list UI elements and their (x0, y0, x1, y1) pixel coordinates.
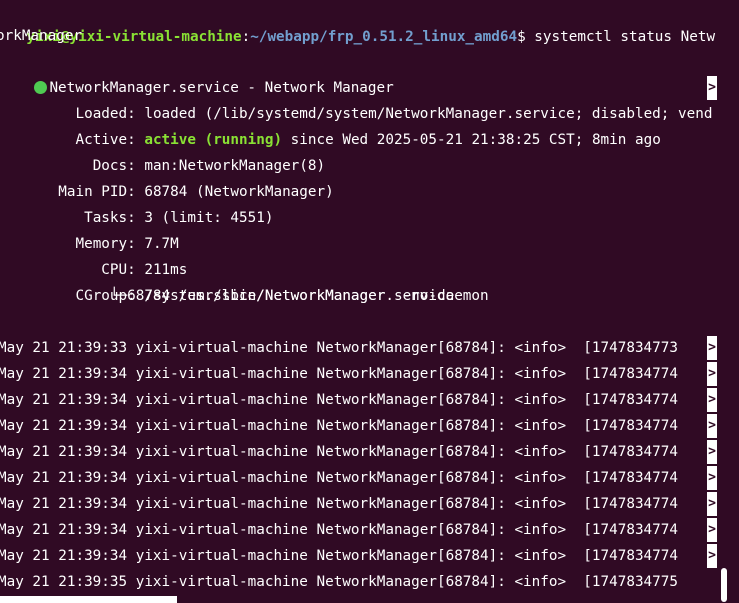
mainpid-line: Main PID: 68784 (NetworkManager) (0, 153, 333, 200)
log-line: May 21 21:39:34 yixi-virtual-machine Net… (0, 522, 678, 538)
command-text: systemctl status Netw (534, 29, 716, 45)
truncation-marker: > (707, 544, 717, 568)
log-line: May 21 21:39:34 yixi-virtual-machine Net… (0, 470, 678, 486)
log-line: May 21 21:39:34 yixi-virtual-machine Net… (0, 418, 678, 434)
truncation-marker: > (707, 492, 717, 516)
docs-line: Docs: man:NetworkManager(8) (0, 127, 325, 174)
truncation-marker: > (707, 440, 717, 464)
prompt-end: $ (517, 29, 535, 45)
log-line: May 21 21:39:34 yixi-virtual-machine Net… (0, 548, 678, 564)
loaded-line: Loaded: loaded (/lib/systemd/system/Netw… (0, 75, 712, 122)
scrollbar-thumb[interactable] (721, 568, 727, 602)
log-line: May 21 21:39:34 yixi-virtual-machine Net… (0, 392, 678, 408)
log-line: May 21 21:39:35 yixi-virtual-machine Net… (0, 574, 678, 590)
cgroup-line: CGroup: /system.slice/NetworkManager.ser… (0, 257, 454, 304)
prompt-separator: : (241, 29, 251, 45)
log-line: May 21 21:39:34 yixi-virtual-machine Net… (0, 496, 678, 512)
pager-status-bar (0, 596, 177, 603)
truncation-marker: > (707, 336, 717, 360)
memory-line: Memory: 7.7M (0, 205, 178, 252)
active-since: since Wed 2025-05-21 21:38:25 CST; 8min … (282, 132, 661, 148)
log-line: May 21 21:39:34 yixi-virtual-machine Net… (0, 444, 678, 460)
prompt-path: ~/webapp/frp_0.51.2_linux_amd64 (250, 29, 518, 45)
truncation-marker: > (707, 388, 717, 412)
tasks-line: Tasks: 3 (limit: 4551) (0, 179, 273, 226)
log-line: May 21 21:39:34 yixi-virtual-machine Net… (0, 366, 678, 382)
unit-title-line: NetworkManager.service - Network Manager (0, 49, 394, 96)
truncation-marker: > (707, 362, 717, 386)
truncation-marker: > (707, 466, 717, 490)
terminal-window[interactable]: yixi@yixi-virtual-machine:~/webapp/frp_0… (0, 0, 739, 603)
prompt-line: yixi@yixi-virtual-machine:~/webapp/frp_0… (0, 0, 715, 45)
active-line: Active: active (running) since Wed 2025-… (0, 101, 660, 148)
cpu-line: CPU: 211ms (0, 231, 187, 278)
truncation-marker: > (707, 76, 717, 100)
truncation-marker: > (707, 414, 717, 438)
cgroup-child-line: └─68784 /usr/sbin/NetworkManager --no-da… (0, 288, 489, 304)
command-wrap-line: orkManager (0, 28, 83, 44)
log-line: May 21 21:39:33 yixi-virtual-machine Net… (0, 340, 678, 356)
truncation-marker: > (707, 518, 717, 542)
